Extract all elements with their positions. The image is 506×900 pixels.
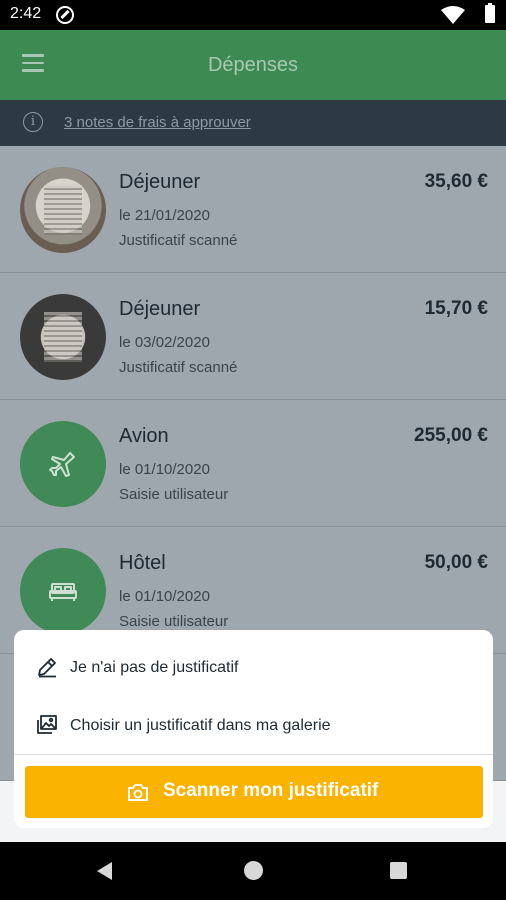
pencil-icon	[38, 658, 56, 678]
system-nav-bar	[0, 842, 506, 900]
wifi-icon	[441, 6, 465, 24]
app-bar: Dépenses	[0, 30, 506, 100]
scan-button-label: Scanner mon justificatif	[163, 780, 379, 801]
list-item[interactable]: Avion 255,00 € le 01/10/2020 Saisie util…	[0, 400, 506, 527]
back-icon[interactable]	[97, 862, 112, 880]
info-icon: i	[23, 112, 43, 132]
status-time: 2:42	[10, 5, 42, 22]
approval-banner: i 3 notes de frais à approuver	[0, 100, 506, 146]
expense-label: Déjeuner	[119, 171, 201, 193]
expense-label: Déjeuner	[119, 298, 201, 320]
add-receipt-sheet: Je n'ai pas de justificatif Choisir un j…	[14, 630, 493, 828]
expense-date: le 03/02/2020	[119, 334, 210, 351]
scan-receipt-button[interactable]: Scanner mon justificatif	[25, 766, 483, 818]
expense-source: Saisie utilisateur	[119, 613, 229, 630]
sheet-divider	[14, 754, 493, 755]
recents-icon[interactable]	[390, 862, 407, 879]
expense-source: Justificatif scanné	[119, 359, 238, 376]
expense-amount: 35,60 €	[424, 171, 488, 192]
airplane-icon	[49, 452, 75, 477]
gallery-label: Choisir un justificatif dans ma galerie	[70, 717, 331, 734]
status-bar: 2:42	[0, 0, 506, 30]
battery-icon	[485, 3, 495, 23]
expense-source: Saisie utilisateur	[119, 486, 229, 503]
category-thumbnail	[20, 421, 106, 507]
gallery-icon	[37, 715, 57, 734]
expense-date: le 21/01/2020	[119, 207, 210, 224]
no-receipt-label: Je n'ai pas de justificatif	[70, 659, 239, 676]
expense-date: le 01/10/2020	[119, 588, 210, 605]
home-icon[interactable]	[244, 861, 263, 880]
gallery-option[interactable]: Choisir un justificatif dans ma galerie	[14, 698, 493, 754]
expense-amount: 50,00 €	[424, 552, 488, 573]
expense-source: Justificatif scanné	[119, 232, 238, 249]
expense-amount: 255,00 €	[414, 425, 488, 446]
no-receipt-option[interactable]: Je n'ai pas de justificatif	[14, 640, 493, 696]
expense-label: Hôtel	[119, 552, 166, 574]
list-item[interactable]: Déjeuner 35,60 € le 21/01/2020 Justifica…	[0, 146, 506, 273]
receipt-thumbnail	[20, 294, 106, 380]
receipt-thumbnail	[20, 167, 106, 253]
page-title: Dépenses	[207, 54, 299, 76]
expense-amount: 15,70 €	[424, 298, 488, 319]
bed-icon	[49, 583, 77, 601]
list-item[interactable]: Déjeuner 15,70 € le 03/02/2020 Justifica…	[0, 273, 506, 400]
expense-date: le 01/10/2020	[119, 461, 210, 478]
approve-link[interactable]: 3 notes de frais à approuver	[64, 114, 251, 131]
camera-icon	[128, 784, 148, 801]
category-thumbnail	[20, 548, 106, 634]
do-not-disturb-icon	[56, 6, 74, 24]
expense-label: Avion	[119, 425, 169, 447]
